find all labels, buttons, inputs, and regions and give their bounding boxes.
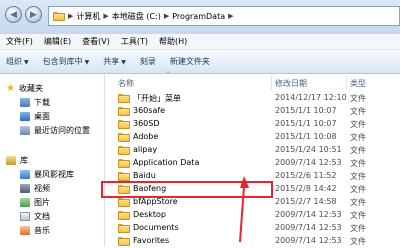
red-arrow-icon [239,176,249,243]
